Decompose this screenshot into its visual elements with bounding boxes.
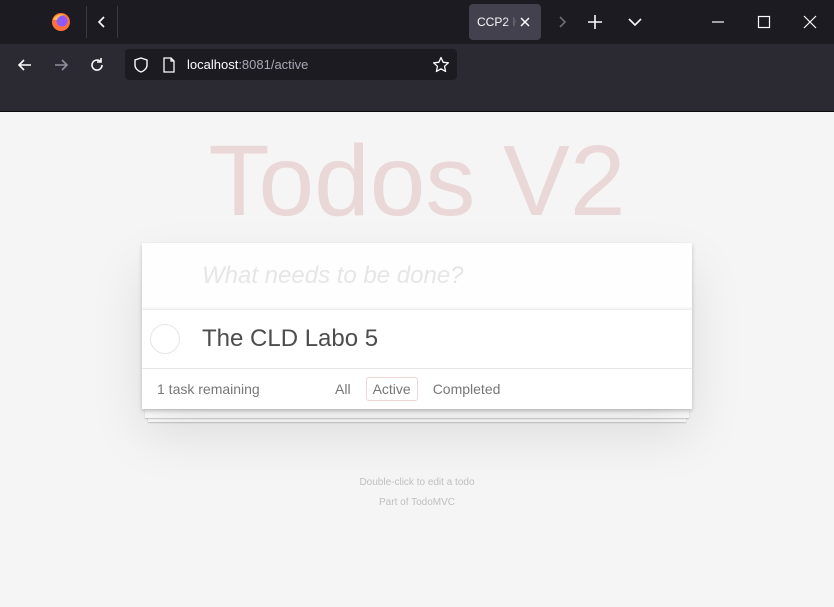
- filter-active[interactable]: Active: [365, 377, 418, 401]
- todo-footer: 1 task remaining All Active Completed: [142, 368, 692, 409]
- todo-label[interactable]: The CLD Labo 5: [202, 325, 378, 353]
- url-bar[interactable]: localhost:8081/active: [125, 49, 457, 80]
- maximize-icon: [757, 15, 771, 29]
- reload-button[interactable]: [82, 52, 112, 78]
- new-todo-input[interactable]: [142, 243, 692, 309]
- shield-icon[interactable]: [131, 55, 151, 75]
- info-todomvc: Part of TodoMVC: [379, 497, 455, 508]
- todo-count: 1 task remaining: [157, 381, 260, 397]
- stack-shadow: [145, 410, 689, 418]
- app-title: Todos V2: [208, 125, 626, 237]
- chevron-left-icon: [97, 16, 105, 28]
- chevron-down-icon: [628, 18, 642, 27]
- minimize-icon: [712, 21, 724, 23]
- new-tab-button[interactable]: [580, 6, 610, 38]
- info-footer: Double-click to edit a todo Part of Todo…: [0, 473, 834, 513]
- tab-scroll-left-button[interactable]: [86, 6, 118, 38]
- tab-title: CCP2 K: [477, 15, 517, 29]
- window-close-button[interactable]: [794, 6, 826, 38]
- close-icon[interactable]: [517, 14, 533, 30]
- arrow-left-icon: [17, 59, 31, 71]
- firefox-logo-icon[interactable]: [48, 9, 74, 35]
- star-icon[interactable]: [431, 55, 451, 75]
- plus-icon: [588, 15, 602, 29]
- tab-list-button[interactable]: [620, 6, 650, 38]
- filters: All Active Completed: [328, 377, 507, 401]
- arrow-right-icon: [55, 59, 69, 71]
- url-host: localhost: [187, 57, 239, 72]
- minimize-button[interactable]: [702, 6, 734, 38]
- todo-item[interactable]: The CLD Labo 5: [142, 309, 692, 368]
- chevron-right-icon[interactable]: [548, 8, 576, 36]
- filter-completed[interactable]: Completed: [426, 377, 508, 401]
- page-icon[interactable]: [159, 55, 179, 75]
- todo-app: The CLD Labo 5 1 task remaining All Acti…: [142, 243, 692, 409]
- info-edit-hint: Double-click to edit a todo: [359, 477, 475, 488]
- tab-active[interactable]: CCP2 K: [469, 4, 541, 40]
- url-path: :8081/active: [238, 57, 309, 72]
- reload-icon: [91, 58, 103, 71]
- maximize-button[interactable]: [748, 6, 780, 38]
- page-content: Todos V2 The CLD Labo 5 1 task remaining…: [0, 113, 834, 607]
- back-button[interactable]: [10, 52, 40, 78]
- filter-all[interactable]: All: [328, 377, 358, 401]
- url-text[interactable]: localhost:8081/active: [187, 57, 308, 72]
- window-close-icon: [803, 15, 817, 29]
- forward-button[interactable]: [46, 52, 76, 78]
- todo-toggle-checkbox[interactable]: [150, 324, 180, 354]
